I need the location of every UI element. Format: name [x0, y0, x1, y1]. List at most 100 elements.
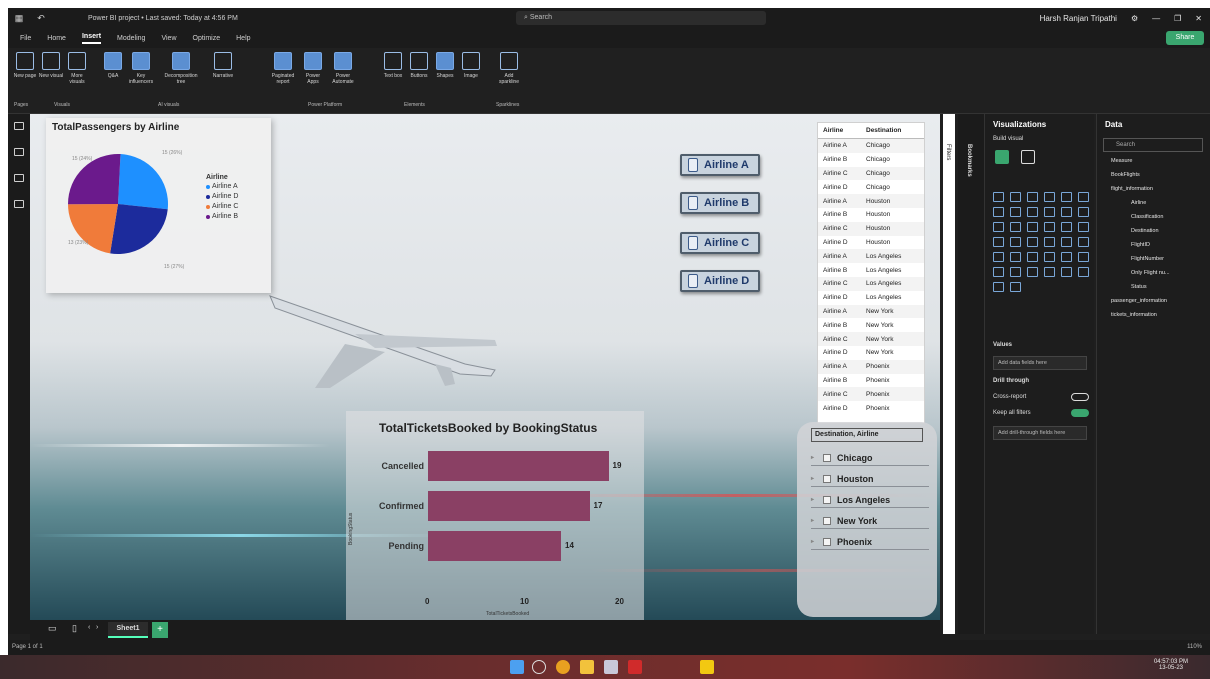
table-row[interactable]: Airline C Houston	[818, 221, 924, 236]
table-row[interactable]: Airline A New York	[818, 304, 924, 319]
report-view-icon[interactable]	[14, 122, 24, 130]
airline-b-button[interactable]: Airline B	[680, 192, 760, 214]
ribbon-buttons-button[interactable]: Buttons	[406, 52, 432, 98]
table-row[interactable]: Airline D Houston	[818, 236, 924, 250]
data-field-item[interactable]: Airline	[1131, 200, 1146, 206]
airline-destination-table[interactable]: Airline Destination Airline A Chicago Airl…	[817, 122, 925, 424]
data-field-item[interactable]: Destination	[1131, 228, 1159, 234]
expand-icon[interactable]: ▸	[811, 475, 819, 482]
bar-chart-card[interactable]: TotalTicketsBooked by BookingStatus Book…	[346, 411, 644, 620]
start-icon[interactable]	[510, 660, 524, 674]
data-table-item[interactable]: flight_information	[1111, 186, 1153, 192]
ribbon-key-influencers-button[interactable]: Key influencers	[128, 52, 154, 98]
visual-type-icon[interactable]	[1078, 237, 1089, 247]
close-icon[interactable]: ✕	[1195, 14, 1202, 23]
table-row[interactable]: Airline D Phoenix	[818, 401, 924, 415]
checkbox[interactable]	[823, 474, 831, 483]
prev-page-icon[interactable]: ‹	[88, 624, 90, 631]
build-visual-icon[interactable]	[995, 150, 1009, 164]
table-row[interactable]: Airline B Phoenix	[818, 374, 924, 388]
table-row[interactable]: Airline A Houston	[818, 194, 924, 208]
visual-type-icon[interactable]	[1044, 207, 1055, 217]
add-page-button[interactable]: +	[152, 622, 168, 638]
visual-type-icon[interactable]	[1027, 252, 1038, 262]
ribbon-more-visuals-button[interactable]: More visuals	[64, 52, 90, 98]
table-row[interactable]: Airline B Chicago	[818, 153, 924, 167]
pie-slice-airline-a[interactable]	[118, 154, 168, 210]
file-explorer-icon[interactable]	[580, 660, 594, 674]
visual-type-icon[interactable]	[1010, 207, 1021, 217]
table-row[interactable]: Airline A Los Angeles	[818, 249, 924, 264]
keep-filters-toggle[interactable]	[1071, 409, 1089, 417]
visual-type-icon[interactable]	[1044, 192, 1055, 202]
visual-type-icon[interactable]	[1061, 192, 1072, 202]
visual-type-icon[interactable]	[1061, 237, 1072, 247]
bar-pending[interactable]	[428, 531, 561, 561]
ribbon-power-automate-button[interactable]: Power Automate	[330, 52, 356, 98]
visual-type-icon[interactable]	[1078, 192, 1089, 202]
table-row[interactable]: Airline A Chicago	[818, 139, 924, 153]
table-row[interactable]: Airline C Chicago	[818, 166, 924, 181]
ribbon-sparkline-button[interactable]: Add sparkline	[496, 52, 522, 98]
chrome-icon[interactable]	[556, 660, 570, 674]
airline-c-button[interactable]: Airline C	[680, 232, 760, 254]
visual-type-icon[interactable]	[993, 282, 1004, 292]
menu-tab-optimize[interactable]: Optimize	[193, 35, 221, 42]
legend-item[interactable]: Airline A	[206, 183, 238, 190]
checkbox[interactable]	[823, 453, 831, 462]
ribbon-shapes-button[interactable]: Shapes	[432, 52, 458, 98]
ribbon-power-apps-button[interactable]: Power Apps	[300, 52, 326, 98]
slicer-item-phoenix[interactable]: ▸ Phoenix	[811, 534, 929, 550]
visual-type-icon[interactable]	[1078, 222, 1089, 232]
visual-type-icon[interactable]	[993, 207, 1004, 217]
slicer-item-houston[interactable]: ▸ Houston	[811, 471, 929, 487]
visual-type-icon[interactable]	[1044, 222, 1055, 232]
dax-view-icon[interactable]	[14, 200, 24, 208]
bar-confirmed[interactable]	[428, 491, 590, 521]
bookmarks-pane-collapsed[interactable]: Bookmarks	[958, 114, 984, 634]
search-input[interactable]: ⌕ Search	[516, 11, 766, 25]
data-table-item[interactable]: passenger_information	[1111, 298, 1167, 304]
data-search-input[interactable]: Search	[1103, 138, 1203, 152]
ribbon-decomposition-tree-button[interactable]: Decomposition tree	[164, 52, 198, 98]
share-button[interactable]: Share	[1166, 31, 1204, 45]
checkbox[interactable]	[823, 537, 831, 546]
visual-type-icon[interactable]	[1078, 252, 1089, 262]
visual-type-icon[interactable]	[1061, 207, 1072, 217]
data-field-item[interactable]: FlightNumber	[1131, 256, 1164, 262]
visual-type-icon[interactable]	[1044, 237, 1055, 247]
maximize-icon[interactable]: ❐	[1174, 14, 1181, 23]
store-icon[interactable]	[604, 660, 618, 674]
visual-type-icon[interactable]	[1027, 222, 1038, 232]
ribbon-paginated-report-button[interactable]: Paginated report	[270, 52, 296, 98]
drill-through-field-well[interactable]: Add drill-through fields here	[993, 426, 1087, 440]
table-row[interactable]: Airline C Phoenix	[818, 387, 924, 402]
menu-tab-file[interactable]: File	[20, 35, 31, 42]
table-row[interactable]: Airline D New York	[818, 346, 924, 360]
slicer-item-los-angeles[interactable]: ▸ Los Angeles	[811, 492, 929, 508]
slicer-item-chicago[interactable]: ▸ Chicago	[811, 450, 929, 466]
user-name[interactable]: Harsh Ranjan Tripathi	[1040, 14, 1117, 23]
menu-tab-insert[interactable]: Insert	[81, 33, 102, 44]
visual-type-icon[interactable]	[1044, 252, 1055, 262]
powerbi-taskbar-icon[interactable]	[700, 660, 714, 674]
airline-a-button[interactable]: Airline A	[680, 154, 760, 176]
visual-type-icon[interactable]	[1061, 222, 1072, 232]
data-table-item[interactable]: BookFlights	[1111, 172, 1140, 178]
mobile-view-icon[interactable]: ▯	[72, 623, 77, 634]
expand-icon[interactable]: ▸	[811, 538, 819, 545]
visual-type-icon[interactable]	[993, 252, 1004, 262]
minimize-icon[interactable]: —	[1152, 14, 1160, 23]
checkbox[interactable]	[823, 495, 831, 504]
ribbon-image-button[interactable]: Image	[458, 52, 484, 98]
visual-type-icon[interactable]	[1027, 192, 1038, 202]
legend-item[interactable]: Airline C	[206, 203, 238, 210]
visual-type-icon[interactable]	[993, 267, 1004, 277]
data-table-item[interactable]: Measure	[1111, 158, 1132, 164]
data-field-item[interactable]: Classification	[1131, 214, 1163, 220]
expand-icon[interactable]: ▸	[811, 454, 819, 461]
next-page-icon[interactable]: ›	[96, 624, 98, 631]
visual-type-icon[interactable]	[1044, 267, 1055, 277]
cross-report-toggle[interactable]	[1071, 393, 1089, 401]
column-header-airline[interactable]: Airline	[818, 127, 862, 134]
